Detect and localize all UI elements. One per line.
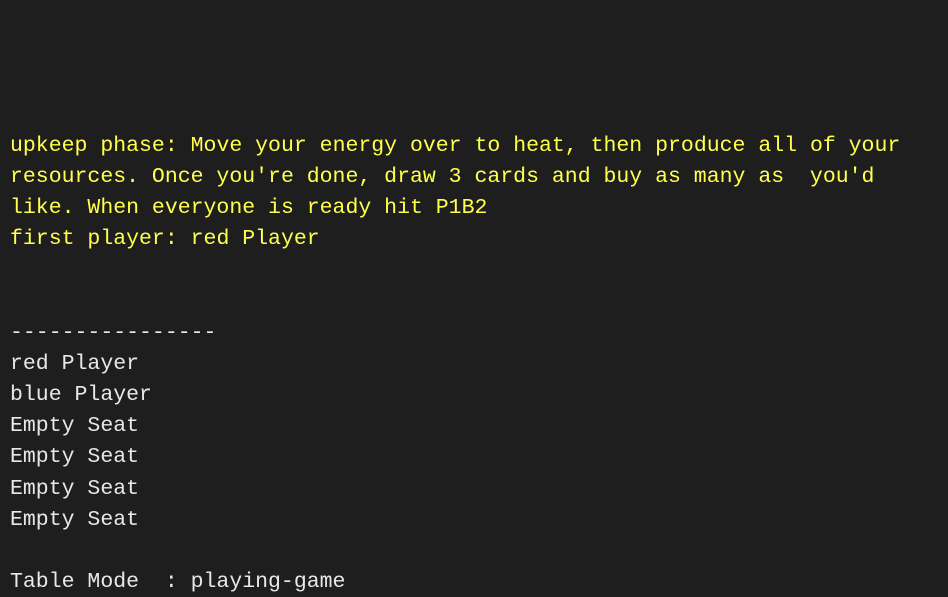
table-mode-key: Table Mode — [10, 567, 165, 597]
player-slot: Empty Seat — [10, 508, 139, 532]
divider-top: ---------------- — [10, 321, 216, 345]
kv-colon: : — [165, 567, 191, 597]
first-player-label: first player: — [10, 227, 191, 251]
phase-title: upkeep phase: — [10, 134, 191, 158]
player-slot: blue Player — [10, 383, 152, 407]
first-player-value: red Player — [191, 227, 320, 251]
player-slot: red Player — [10, 352, 139, 376]
table-mode-value: playing-game — [191, 570, 346, 594]
player-slot: Empty Seat — [10, 414, 139, 438]
player-slot: Empty Seat — [10, 445, 139, 469]
player-slot: Empty Seat — [10, 477, 139, 501]
